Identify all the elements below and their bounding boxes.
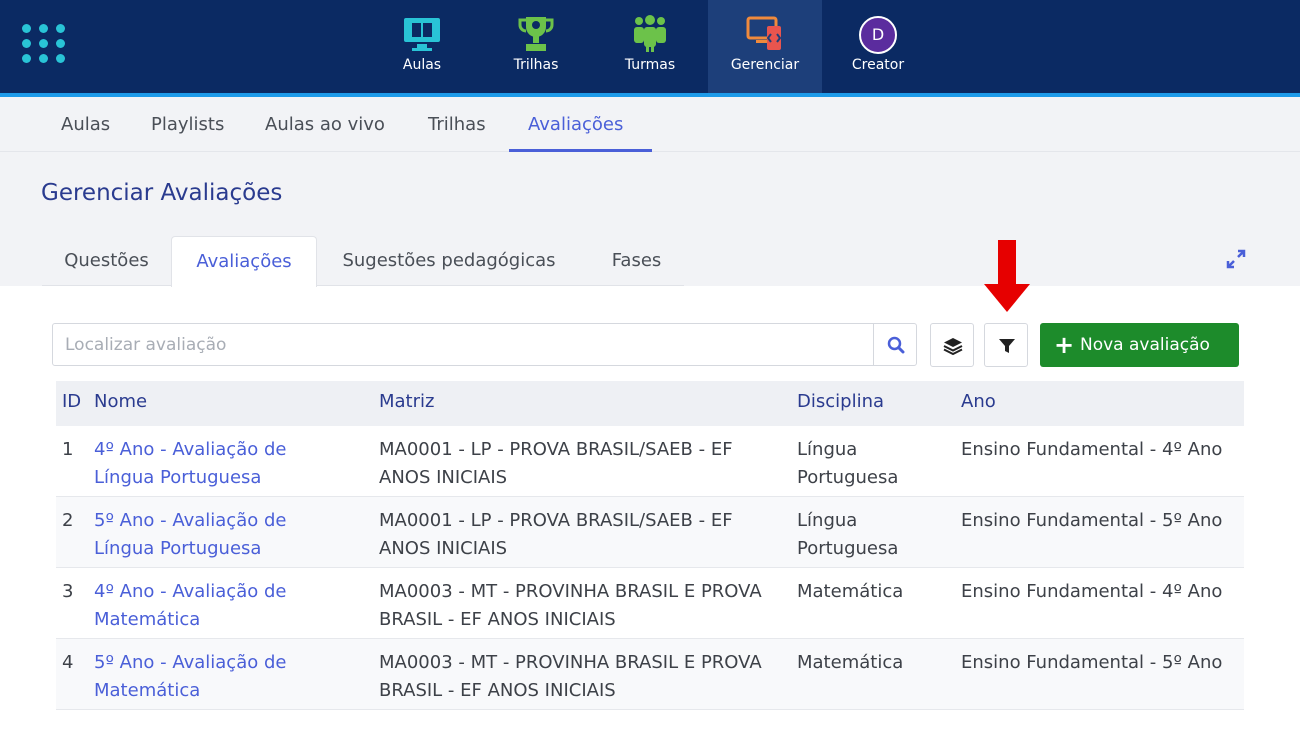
subnav-item-aulas[interactable]: Aulas (61, 97, 110, 152)
cell-disciplina: Língua Portuguesa (797, 510, 899, 559)
cell-matriz: MA0003 - MT - PROVINHA BRASIL E PROVA BR… (379, 581, 762, 630)
table-row: 1 4º Ano - Avaliação de Língua Portugues… (56, 426, 1244, 497)
devices-icon (746, 16, 782, 50)
subnav-item-playlists[interactable]: Playlists (151, 97, 224, 152)
tab-questoes[interactable]: Questões (42, 236, 171, 286)
tab-sugestoes-pedagogicas[interactable]: Sugestões pedagógicas (325, 236, 573, 286)
cell-id: 1 (62, 439, 74, 460)
layers-icon (943, 338, 963, 356)
filter-icon (999, 339, 1015, 353)
people-icon (634, 15, 666, 52)
nav-label-aulas: Aulas (402, 57, 442, 73)
nav-label-gerenciar: Gerenciar (730, 57, 800, 73)
cell-matriz: MA0003 - MT - PROVINHA BRASIL E PROVA BR… (379, 652, 762, 701)
table-row: 3 4º Ano - Avaliação de Matemática MA000… (56, 568, 1244, 639)
assessments-table: ID Nome Matriz Disciplina Ano 1 4º Ano -… (56, 381, 1244, 710)
avatar: D (859, 16, 897, 54)
search-button[interactable] (873, 323, 917, 366)
cell-nome-link[interactable]: 4º Ano - Avaliação de Língua Portuguesa (94, 436, 334, 492)
cell-disciplina: Matemática (797, 581, 904, 602)
filter-button[interactable] (984, 323, 1028, 367)
layers-button[interactable] (930, 323, 974, 367)
annotation-arrow-icon (984, 240, 1030, 312)
new-assessment-label: Nova avaliação (1080, 335, 1210, 355)
search-icon (887, 336, 905, 354)
table-row: 4 5º Ano - Avaliação de Matemática MA000… (56, 639, 1244, 710)
cell-ano: Ensino Fundamental - 5º Ano (961, 510, 1223, 531)
grid-dots-icon[interactable] (22, 24, 66, 64)
nav-label-creator: Creator (851, 57, 905, 73)
tab-fases[interactable]: Fases (594, 236, 679, 286)
cell-matriz: MA0001 - LP - PROVA BRASIL/SAEB - EF ANO… (379, 510, 733, 559)
column-header-ano[interactable]: Ano (961, 381, 996, 423)
nav-item-turmas[interactable]: Turmas (593, 0, 707, 93)
cell-matriz: MA0001 - LP - PROVA BRASIL/SAEB - EF ANO… (379, 439, 733, 488)
subnav-item-aulas-ao-vivo[interactable]: Aulas ao vivo (265, 97, 385, 152)
nav-item-creator[interactable]: D Creator (821, 0, 935, 93)
nav-label-turmas: Turmas (624, 57, 676, 73)
cell-disciplina: Língua Portuguesa (797, 439, 899, 488)
cell-nome-link[interactable]: 4º Ano - Avaliação de Matemática (94, 578, 334, 634)
cell-id: 3 (62, 581, 74, 602)
cell-disciplina: Matemática (797, 652, 904, 673)
sub-navbar: Aulas Playlists Aulas ao vivo Trilhas Av… (0, 97, 1300, 152)
search-field (52, 323, 874, 366)
cell-ano: Ensino Fundamental - 5º Ano (961, 652, 1223, 673)
table-row: 2 5º Ano - Avaliação de Língua Portugues… (56, 497, 1244, 568)
cell-id: 4 (62, 652, 74, 673)
column-header-disciplina[interactable]: Disciplina (797, 381, 884, 423)
cell-nome-link[interactable]: 5º Ano - Avaliação de Matemática (94, 649, 334, 705)
top-navbar: Aulas Trilhas Turmas Gerenciar D Creator (0, 0, 1300, 95)
nav-label-trilhas: Trilhas (513, 57, 559, 73)
trophy-icon (518, 17, 554, 51)
cell-ano: Ensino Fundamental - 4º Ano (961, 581, 1223, 602)
table-header: ID Nome Matriz Disciplina Ano (56, 381, 1244, 426)
expand-arrows-icon[interactable] (1226, 249, 1246, 269)
plus-icon: + (1054, 331, 1075, 359)
column-header-nome[interactable]: Nome (94, 381, 147, 423)
search-input[interactable] (53, 324, 873, 365)
page-title: Gerenciar Avaliações (41, 180, 283, 206)
column-header-id[interactable]: ID (62, 381, 81, 423)
nav-item-aulas[interactable]: Aulas (365, 0, 479, 93)
nav-item-gerenciar[interactable]: Gerenciar (708, 0, 822, 93)
cell-ano: Ensino Fundamental - 4º Ano (961, 439, 1223, 460)
new-assessment-button[interactable]: + Nova avaliação (1040, 323, 1239, 367)
tabs-bar: Questões Avaliações Sugestões pedagógica… (42, 236, 684, 287)
nav-item-trilhas[interactable]: Trilhas (479, 0, 593, 93)
tab-avaliacoes[interactable]: Avaliações (171, 236, 317, 287)
monitor-book-icon (404, 18, 440, 51)
subnav-item-trilhas[interactable]: Trilhas (428, 97, 486, 152)
subnav-item-avaliacoes[interactable]: Avaliações (509, 97, 652, 152)
cell-nome-link[interactable]: 5º Ano - Avaliação de Língua Portuguesa (94, 507, 334, 563)
cell-id: 2 (62, 510, 74, 531)
column-header-matriz[interactable]: Matriz (379, 381, 434, 423)
